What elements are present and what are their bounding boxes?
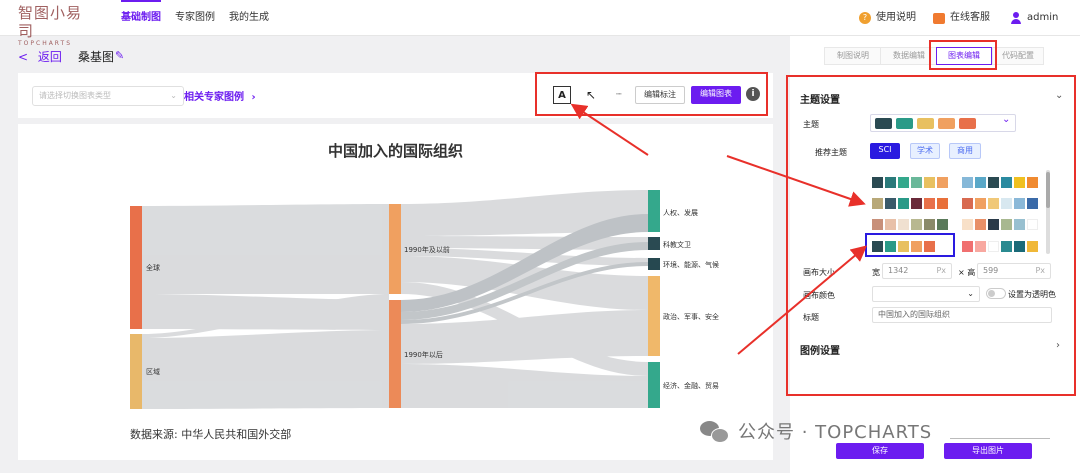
- arrow-to-panel-top: [726, 155, 866, 207]
- annotation-arrows: [570, 103, 868, 355]
- watermark-text: 公众号 · TOPCHARTS: [738, 422, 933, 443]
- wechat-icon: [700, 419, 730, 443]
- arrow-to-panel-bottom: [737, 245, 868, 355]
- wechat-watermark: 公众号 · TOPCHARTS: [700, 418, 932, 444]
- arrow-to-toolbar: [570, 103, 649, 156]
- watermark-line: [950, 438, 1050, 439]
